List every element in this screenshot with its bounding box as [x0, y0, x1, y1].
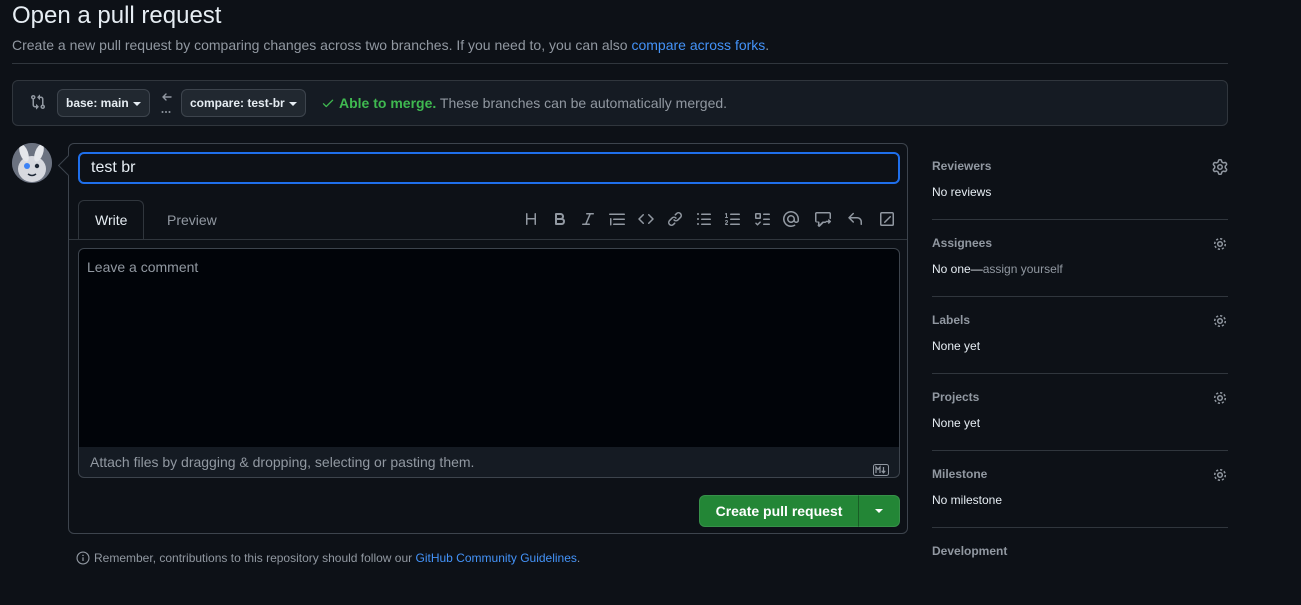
projects-heading[interactable]: Projects — [932, 390, 979, 404]
compare-across-forks-link[interactable]: compare across forks — [631, 37, 765, 53]
gear-icon[interactable] — [1212, 390, 1228, 406]
arrow-left-icon — [160, 91, 174, 115]
markdown-icon[interactable] — [873, 456, 889, 476]
sidebar-milestone: Milestone No milestone — [932, 451, 1228, 528]
assignees-heading[interactable]: Assignees — [932, 236, 992, 250]
chevron-down-icon — [288, 101, 297, 106]
quote-icon[interactable] — [609, 211, 625, 227]
base-branch-select[interactable]: base: main — [57, 89, 150, 117]
guidelines-note: Remember, contributions to this reposito… — [76, 551, 580, 565]
create-options-dropdown[interactable] — [858, 495, 900, 527]
gear-icon[interactable] — [1212, 236, 1228, 252]
reply-icon[interactable] — [847, 211, 863, 227]
gear-icon[interactable] — [1212, 313, 1228, 329]
slash-command-icon[interactable] — [879, 211, 895, 227]
tab-write[interactable]: Write — [78, 200, 145, 240]
sidebar-development: Development — [932, 528, 1228, 605]
italic-icon[interactable] — [580, 211, 596, 227]
page-title: Open a pull request — [12, 2, 222, 29]
info-icon — [76, 551, 90, 565]
projects-value: None yet — [932, 416, 981, 430]
title-input[interactable] — [78, 152, 900, 184]
divider — [12, 63, 1228, 64]
page-subtitle: Create a new pull request by comparing c… — [12, 37, 769, 53]
compare-branch-select[interactable]: compare: test-br — [181, 89, 306, 117]
branch-range-box: base: main compare: test-br Able to merg… — [12, 80, 1228, 126]
merge-message: These branches can be automatically merg… — [436, 95, 728, 111]
bold-icon[interactable] — [552, 211, 568, 227]
unordered-list-icon[interactable] — [696, 211, 712, 227]
sidebar-reviewers: Reviewers No reviews — [932, 143, 1228, 220]
pull-request-form: Write Preview Attach files by dragging &… — [68, 143, 908, 534]
labels-value: None yet — [932, 339, 981, 353]
community-guidelines-link[interactable]: GitHub Community Guidelines — [416, 551, 577, 565]
merge-status: Able to merge. These branches can be aut… — [321, 95, 727, 111]
create-pull-request-button[interactable]: Create pull request — [699, 495, 859, 527]
tab-divider — [69, 239, 907, 240]
labels-heading[interactable]: Labels — [932, 313, 970, 327]
attach-files-text: Attach files by dragging & dropping, sel… — [90, 454, 475, 470]
reference-icon[interactable] — [815, 211, 831, 227]
guidelines-text: Remember, contributions to this reposito… — [94, 551, 416, 565]
assignees-value: No one—assign yourself — [932, 262, 1063, 276]
mention-icon[interactable] — [783, 211, 799, 227]
base-branch-label: base: main — [66, 96, 129, 110]
reviewers-heading[interactable]: Reviewers — [932, 159, 991, 173]
reviewers-value: No reviews — [932, 185, 992, 199]
compare-branch-label: compare: test-br — [190, 96, 285, 110]
sidebar-projects: Projects None yet — [932, 374, 1228, 451]
sidebar-assignees: Assignees No one—assign yourself — [932, 220, 1228, 297]
milestone-value: No milestone — [932, 493, 1003, 507]
merge-ok-text: Able to merge. — [339, 95, 437, 111]
git-compare-icon[interactable] — [30, 94, 46, 110]
gear-icon[interactable] — [1212, 467, 1228, 483]
task-list-icon[interactable] — [754, 211, 770, 227]
check-icon — [321, 96, 335, 110]
assign-yourself-link[interactable]: assign yourself — [983, 262, 1063, 276]
heading-icon[interactable] — [523, 211, 539, 227]
ordered-list-icon[interactable] — [725, 211, 741, 227]
link-icon[interactable] — [667, 211, 683, 227]
chevron-down-icon — [875, 509, 883, 513]
attach-files-bar[interactable]: Attach files by dragging & dropping, sel… — [78, 447, 900, 478]
subtitle-text: Create a new pull request by comparing c… — [12, 37, 632, 53]
subtitle-end: . — [765, 37, 770, 53]
development-heading[interactable]: Development — [932, 544, 1007, 558]
guidelines-end: . — [576, 551, 581, 565]
chevron-down-icon — [132, 101, 141, 106]
assignees-none: No one— — [932, 262, 983, 276]
comment-textarea[interactable] — [78, 248, 900, 448]
tab-preview[interactable]: Preview — [151, 200, 233, 240]
avatar[interactable] — [12, 143, 52, 183]
gear-icon[interactable] — [1212, 159, 1228, 175]
milestone-heading[interactable]: Milestone — [932, 467, 987, 481]
sidebar-labels: Labels None yet — [932, 297, 1228, 374]
code-icon[interactable] — [638, 211, 654, 227]
